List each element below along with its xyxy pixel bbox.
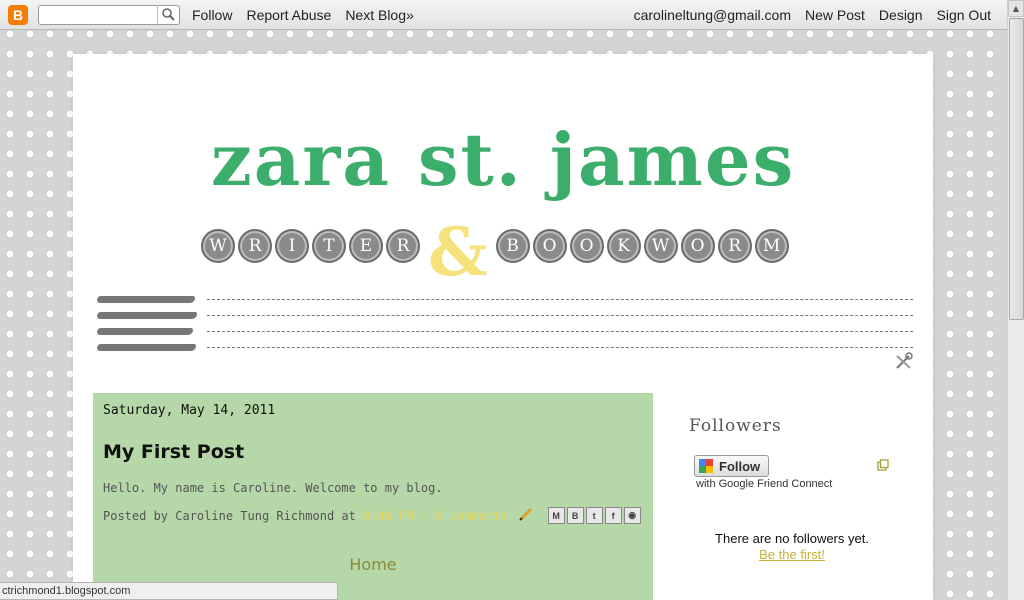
dashed-line	[207, 299, 913, 300]
next-blog-link[interactable]: Next Blog»	[345, 7, 413, 23]
blog-page: zara st. james W R I T E R & B O O K W O…	[73, 54, 933, 600]
post-time-link[interactable]: 9:46 PM	[363, 509, 414, 523]
subtitle-letter: E	[349, 229, 383, 263]
subtitle-letter: K	[606, 229, 641, 263]
subtitle-letter: O	[680, 229, 715, 263]
be-first-link[interactable]: Be the first!	[689, 547, 895, 562]
dashed-line	[207, 331, 913, 332]
subtitle-letter: R	[386, 229, 420, 263]
subtitle-letter: W	[201, 229, 235, 263]
comments-link[interactable]: 0 comments	[435, 509, 507, 523]
sign-out-link[interactable]: Sign Out	[937, 7, 991, 23]
subtitle-letter: R	[717, 229, 752, 263]
blog-subtitle: W R I T E R & B O O K W O R M	[201, 219, 792, 285]
browser-status-bar: ctrichmond1.blogspot.com	[0, 582, 338, 600]
follow-button-label: Follow	[719, 458, 761, 474]
posted-by: Posted by Caroline Tung Richmond at	[103, 508, 356, 523]
edit-tools-icon[interactable]	[895, 352, 913, 370]
brush-stroke	[97, 296, 195, 303]
scroll-thumb[interactable]	[1009, 18, 1024, 320]
subtitle-letter: O	[532, 229, 567, 263]
subtitle-letter: M	[754, 229, 789, 263]
popout-icon[interactable]	[877, 456, 889, 471]
followers-title: Followers	[689, 416, 782, 436]
blogger-icon[interactable]: B	[8, 4, 28, 25]
home-link[interactable]: Home	[93, 555, 653, 574]
subtitle-letter: O	[569, 229, 604, 263]
blog-post: Saturday, May 14, 2011 My First Post Hel…	[93, 393, 653, 600]
buzz-icon[interactable]: ◉	[623, 507, 641, 524]
brush-stroke	[97, 344, 196, 351]
subtitle-letter: W	[643, 229, 678, 263]
blogthis-icon[interactable]: B	[566, 507, 584, 524]
vertical-scrollbar[interactable]: ▲	[1007, 0, 1024, 600]
follow-link[interactable]: Follow	[192, 7, 232, 23]
brush-stroke	[97, 312, 197, 319]
report-abuse-link[interactable]: Report Abuse	[246, 7, 331, 23]
subtitle-letter: B	[495, 229, 530, 263]
google-friend-connect-icon	[699, 459, 713, 473]
subtitle-letter: I	[275, 229, 309, 263]
design-link[interactable]: Design	[879, 7, 923, 23]
follow-button[interactable]: Follow	[694, 455, 769, 477]
blog-title[interactable]: zara st. james	[73, 124, 933, 196]
search-icon[interactable]	[157, 4, 179, 25]
dashed-line	[207, 347, 913, 348]
scroll-up-arrow-icon[interactable]: ▲	[1008, 0, 1024, 17]
blog-search-box	[38, 4, 180, 25]
twitter-icon[interactable]: t	[585, 507, 603, 524]
blog-header: zara st. james W R I T E R & B O O K W O…	[73, 54, 933, 374]
ampersand: &	[428, 213, 488, 291]
post-footer: Posted by Caroline Tung Richmond at 9:46…	[103, 506, 643, 525]
separator: ·	[420, 508, 429, 523]
facebook-icon[interactable]: f	[604, 507, 622, 524]
subtitle-letter: T	[312, 229, 346, 263]
gfc-note: with Google Friend Connect	[696, 478, 833, 490]
pencil-icon[interactable]	[518, 506, 534, 525]
search-input[interactable]	[39, 5, 159, 24]
post-body: Hello. My name is Caroline. Welcome to m…	[103, 481, 443, 495]
dashed-line	[207, 315, 913, 316]
blogger-navbar: B Follow Report Abuse Next Blog» carolin…	[0, 0, 1008, 30]
subtitle-letter: R	[238, 229, 272, 263]
post-date: Saturday, May 14, 2011	[103, 403, 276, 418]
new-post-link[interactable]: New Post	[805, 7, 865, 23]
email-icon[interactable]: M	[547, 507, 565, 524]
no-followers-text: There are no followers yet.	[715, 531, 869, 546]
brush-stroke	[97, 328, 193, 335]
post-title[interactable]: My First Post	[103, 441, 244, 463]
notebook-lines-decoration	[97, 294, 915, 364]
user-email: carolineltung@gmail.com	[633, 6, 791, 23]
